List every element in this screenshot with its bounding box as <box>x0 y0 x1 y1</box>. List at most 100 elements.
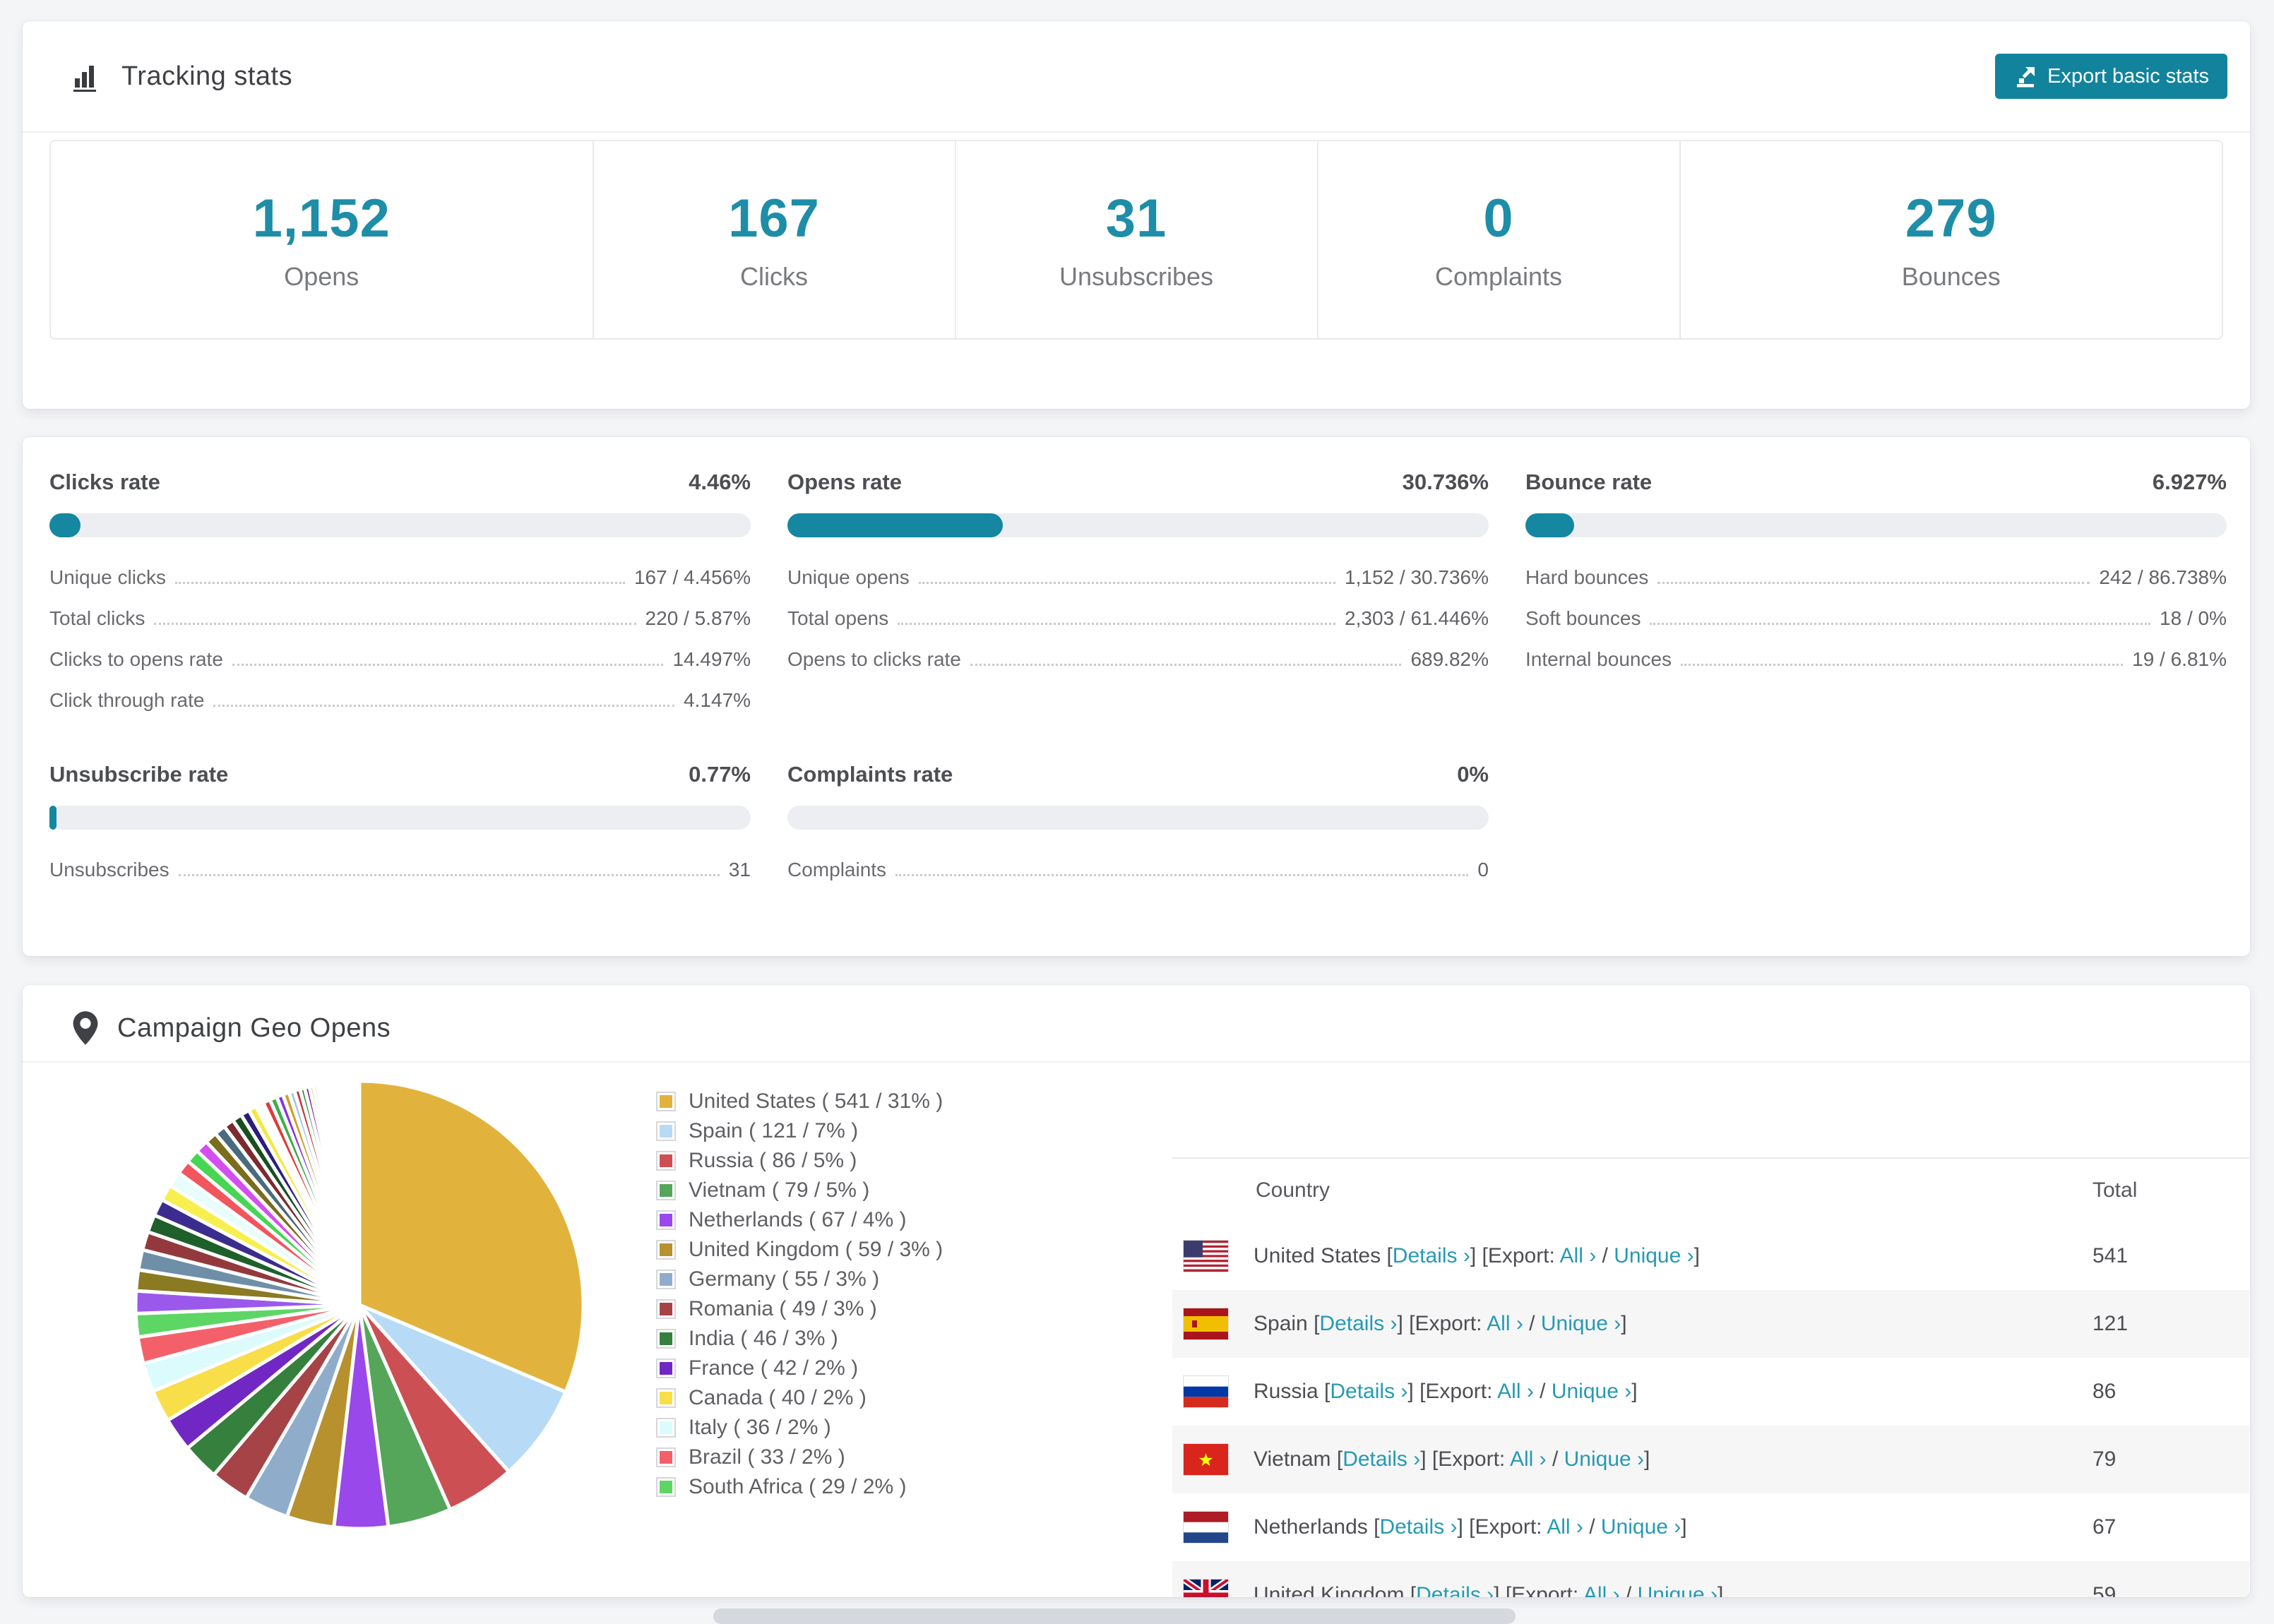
legend-item-russia: Russia ( 86 / 5% ) <box>656 1149 943 1172</box>
legend-color-chip <box>656 1447 676 1467</box>
export-all-link[interactable]: All › <box>1560 1244 1597 1267</box>
bracket-close: ] <box>1644 1447 1650 1471</box>
dotted-leader <box>213 705 675 707</box>
rate-section-title: Complaints rate <box>787 762 953 787</box>
export-all-link[interactable]: All › <box>1497 1380 1534 1403</box>
geo-table-header-row: Country Total <box>1172 1159 2249 1222</box>
legend-color-chip <box>656 1477 676 1497</box>
export-unique-link[interactable]: Unique › <box>1541 1312 1621 1335</box>
geo-table-country-text: Spain [Details ›] [Export: All › / Uniqu… <box>1254 1312 1627 1336</box>
rate-detail-row: Total opens 2,303 / 61.446% <box>787 607 1489 631</box>
rate-section-clicks-rate: Clicks rate 4.46% Unique clicks 167 / 4.456… <box>49 470 751 712</box>
rate-detail-rows: Unique clicks 167 / 4.456% Total clicks 220… <box>49 566 751 712</box>
legend-color-chip <box>656 1299 676 1319</box>
geo-table-row-us: United States [Details ›] [Export: All ›… <box>1172 1222 2249 1290</box>
details-link[interactable]: Details › <box>1343 1447 1420 1471</box>
rate-section-complaints-rate: Complaints rate 0% Complaints 0 <box>787 762 1489 882</box>
legend-color-chip <box>656 1329 676 1349</box>
rate-section-unsubscribe-rate: Unsubscribe rate 0.77% Unsubscribes 31 <box>49 762 751 882</box>
export-unique-link[interactable]: Unique › <box>1638 1583 1718 1597</box>
rate-detail-row: Hard bounces 242 / 86.738% <box>1525 566 2227 590</box>
details-link[interactable]: Details › <box>1379 1515 1457 1539</box>
bracket-close: ] <box>1621 1312 1627 1335</box>
legend-item-vietnam: Vietnam ( 79 / 5% ) <box>656 1178 943 1202</box>
rate-detail-label: Opens to clicks rate <box>787 648 961 670</box>
rate-section-bounce-rate: Bounce rate 6.927% Hard bounces 242 / 86.73… <box>1525 470 2227 712</box>
dotted-leader <box>1681 664 2124 666</box>
legend-item-united-kingdom: United Kingdom ( 59 / 3% ) <box>656 1238 943 1261</box>
flag-icon-gb <box>1183 1579 1229 1597</box>
rate-progress-track <box>787 806 1489 830</box>
export-all-link[interactable]: All › <box>1487 1312 1523 1335</box>
geo-table-country-cell: Vietnam [Details ›] [Export: All › / Uni… <box>1172 1443 2093 1476</box>
dotted-leader <box>232 664 664 666</box>
slash-separator: / <box>1533 1380 1552 1403</box>
geo-table-country-text: United States [Details ›] [Export: All ›… <box>1254 1244 1700 1268</box>
tracking-stats-header: Tracking stats Export basic stats <box>23 21 2250 133</box>
legend-label: Romania ( 49 / 3% ) <box>689 1297 877 1320</box>
dotted-leader <box>895 874 1469 876</box>
legend-label: Vietnam ( 79 / 5% ) <box>689 1178 870 1202</box>
export-unique-link[interactable]: Unique › <box>1552 1380 1631 1403</box>
export-label: ] [Export: <box>1407 1380 1498 1403</box>
export-unique-link[interactable]: Unique › <box>1564 1447 1644 1471</box>
geo-table-row-es: Spain [Details ›] [Export: All › / Uniqu… <box>1172 1290 2249 1358</box>
rate-detail-row: Soft bounces 18 / 0% <box>1525 607 2227 631</box>
export-unique-link[interactable]: Unique › <box>1614 1244 1693 1267</box>
legend-item-france: France ( 42 / 2% ) <box>656 1356 943 1380</box>
rate-progress-fill <box>787 513 1004 537</box>
details-link[interactable]: Details › <box>1416 1583 1494 1597</box>
rate-detail-value: 2,303 / 61.446% <box>1345 607 1489 629</box>
nl-flag-icon <box>1183 1511 1229 1544</box>
rate-detail-value: 1,152 / 30.736% <box>1345 566 1489 588</box>
legend-color-chip <box>656 1418 676 1438</box>
rate-detail-label: Unique opens <box>787 566 910 588</box>
page-title: Tracking stats <box>121 61 293 91</box>
geo-table-country-cell: United Kingdom [Details ›] [Export: All … <box>1172 1579 2093 1597</box>
slash-separator: / <box>1583 1515 1601 1539</box>
geo-table-header-country: Country <box>1256 1178 1331 1202</box>
export-unique-link[interactable]: Unique › <box>1601 1515 1681 1539</box>
export-all-link[interactable]: All › <box>1547 1515 1583 1539</box>
stat-label: Complaints <box>1434 262 1563 291</box>
rate-detail-value: 4.147% <box>684 689 751 711</box>
rate-detail-value: 689.82% <box>1410 648 1489 670</box>
geo-table-country-text: Russia [Details ›] [Export: All › / Uniq… <box>1254 1380 1638 1404</box>
rate-section-value: 4.46% <box>689 470 751 494</box>
stat-label: Unsubscribes <box>1059 262 1214 291</box>
rate-section-value: 30.736% <box>1402 470 1489 494</box>
dotted-leader <box>970 664 1402 666</box>
rate-progress-fill <box>49 513 81 537</box>
rate-detail-value: 220 / 5.87% <box>645 607 751 629</box>
legend-label: Brazil ( 33 / 2% ) <box>689 1445 845 1469</box>
rate-progress-track <box>49 513 751 537</box>
rate-detail-row: Clicks to opens rate 14.497% <box>49 647 751 671</box>
geo-table-country-cell: United States [Details ›] [Export: All ›… <box>1172 1240 2093 1272</box>
rate-detail-value: 0 <box>1477 859 1489 880</box>
details-link[interactable]: Details › <box>1393 1244 1470 1267</box>
details-link[interactable]: Details › <box>1319 1312 1397 1335</box>
export-label: ] [Export: <box>1397 1312 1487 1335</box>
rate-section-head: Bounce rate 6.927% <box>1525 470 2227 495</box>
geo-table-total-cell: 541 <box>2093 1244 2129 1267</box>
export-all-link[interactable]: All › <box>1583 1583 1620 1597</box>
export-basic-stats-button[interactable]: Export basic stats <box>1995 54 2227 99</box>
rates-card: Clicks rate 4.46% Unique clicks 167 / 4.456… <box>23 437 2250 956</box>
geo-table-row-ru: Russia [Details ›] [Export: All › / Uniq… <box>1172 1358 2249 1426</box>
rate-section-value: 6.927% <box>2152 470 2227 494</box>
legend-item-united-states: United States ( 541 / 31% ) <box>656 1089 943 1113</box>
legend-label: Spain ( 121 / 7% ) <box>689 1119 859 1142</box>
details-link[interactable]: Details › <box>1330 1380 1407 1403</box>
dotted-leader <box>898 623 1336 625</box>
horizontal-scrollbar-thumb[interactable] <box>713 1608 1516 1624</box>
rate-section-head: Clicks rate 4.46% <box>49 470 751 495</box>
geo-table-country-cell: Spain [Details ›] [Export: All › / Uniqu… <box>1172 1308 2093 1340</box>
legend-label: Netherlands ( 67 / 4% ) <box>689 1208 907 1231</box>
export-all-link[interactable]: All › <box>1510 1447 1547 1471</box>
legend-label: South Africa ( 29 / 2% ) <box>689 1475 907 1498</box>
gb-flag-icon <box>1183 1579 1229 1597</box>
rate-detail-label: Total opens <box>787 607 889 629</box>
bracket-close: ] <box>1718 1583 1724 1597</box>
legend-item-romania: Romania ( 49 / 3% ) <box>656 1297 943 1320</box>
legend-color-chip <box>656 1240 676 1260</box>
